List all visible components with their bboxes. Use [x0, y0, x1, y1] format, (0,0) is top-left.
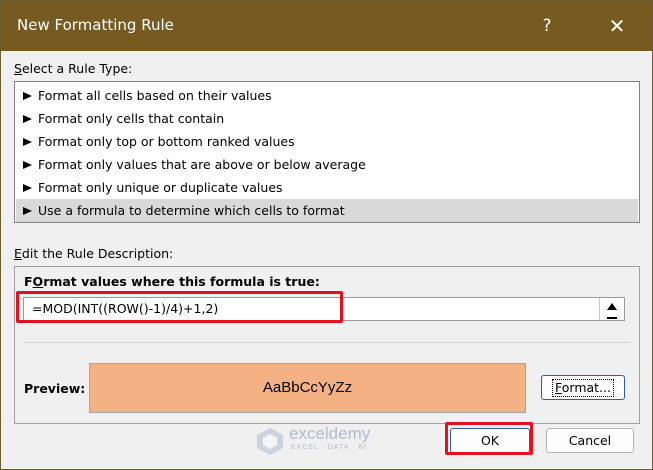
pointer-icon	[23, 184, 32, 192]
pointer-icon	[23, 161, 32, 169]
cancel-button[interactable]: Cancel	[546, 428, 634, 453]
rule-type-item[interactable]: Format all cells based on their values	[16, 84, 638, 107]
rule-description-label: Edit the Rule Description:	[14, 246, 174, 261]
rule-type-list[interactable]: Format all cells based on their values F…	[14, 81, 640, 223]
dialog-title: New Formatting Rule	[17, 16, 174, 34]
watermark-tagline: EXCEL · DATA · BI	[291, 444, 367, 451]
rule-type-item-selected[interactable]: Use a formula to determine which cells t…	[16, 199, 638, 222]
new-formatting-rule-dialog: New Formatting Rule ? ✕ Select a Rule Ty…	[0, 0, 653, 470]
rule-type-label: Select a Rule Type:	[14, 61, 133, 76]
pointer-icon	[23, 138, 32, 146]
preview-label: Preview:	[24, 381, 86, 396]
watermark-name: exceldemy	[289, 424, 371, 443]
upload-arrow-icon	[600, 300, 624, 319]
rule-type-item[interactable]: Format only cells that contain	[16, 107, 638, 130]
exceldemy-watermark: exceldemy EXCEL · DATA · BI	[255, 422, 405, 462]
formula-label: FOrmat values where this formula is true…	[24, 274, 320, 289]
preview-sample: AaBbCcYyZz	[89, 363, 526, 413]
rule-type-item[interactable]: Format only unique or duplicate values	[16, 176, 638, 199]
pointer-icon	[23, 92, 32, 100]
rule-type-item[interactable]: Format only values that are above or bel…	[16, 153, 638, 176]
title-bar: New Formatting Rule ? ✕	[1, 1, 652, 51]
help-button[interactable]: ?	[529, 9, 565, 43]
ok-button[interactable]: OK	[450, 428, 530, 453]
watermark-logo-icon	[257, 428, 283, 455]
divider	[24, 342, 630, 343]
collapse-dialog-button[interactable]	[599, 298, 624, 320]
pointer-icon	[23, 115, 32, 123]
close-button[interactable]: ✕	[599, 9, 635, 43]
rule-type-item[interactable]: Format only top or bottom ranked values	[16, 130, 638, 153]
rule-description-box: FOrmat values where this formula is true…	[14, 266, 640, 424]
formula-input[interactable]: =MOD(INT((ROW()-1)/4)+1,2)	[23, 297, 625, 321]
pointer-icon	[23, 207, 32, 215]
format-button[interactable]: Format...	[541, 375, 625, 400]
